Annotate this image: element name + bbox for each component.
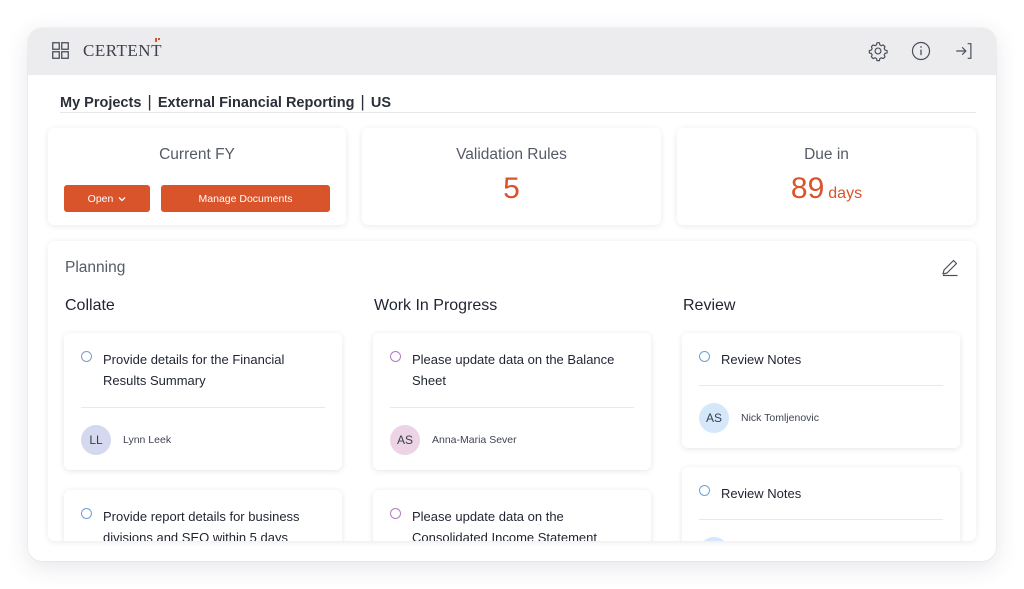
breadcrumb-my-projects[interactable]: My Projects [60, 95, 141, 111]
breadcrumb-divider [60, 112, 976, 113]
breadcrumb-us[interactable]: US [371, 95, 391, 111]
open-button-label: Open [87, 192, 114, 205]
manage-documents-button[interactable]: Manage Documents [161, 185, 330, 212]
due-in-number: 89 [790, 172, 825, 205]
brand-dots [154, 38, 163, 42]
avatar: LL [81, 425, 111, 455]
breadcrumb-separator: | [360, 92, 365, 111]
task-text: Review Notes [721, 352, 802, 367]
open-dropdown-button[interactable]: Open [64, 185, 150, 212]
task-text: Please update data on the Consolidated I… [412, 509, 597, 541]
grid-icon[interactable] [52, 42, 69, 59]
assignee-name: Nick Tomljenovic [741, 412, 819, 424]
avatar: AS [390, 425, 420, 455]
task-status-radio[interactable] [81, 351, 92, 362]
validation-rules-title: Validation Rules [456, 146, 567, 163]
column-title-collate: Collate [65, 297, 115, 314]
due-in-unit: days [828, 185, 863, 202]
task-status-radio[interactable] [81, 508, 92, 519]
task-status-radio[interactable] [390, 508, 401, 519]
assignee-name: Anna-Maria Sever [432, 434, 517, 446]
pencil-icon[interactable] [940, 257, 960, 277]
task-card[interactable]: Please update data on the Consolidated I… [373, 490, 651, 541]
task-text: Provide details for the Financial Result… [103, 352, 285, 388]
brand-logo: CERTENT [83, 38, 163, 61]
top-bar: CERTENT [28, 28, 996, 75]
planning-title: Planning [65, 259, 126, 276]
avatar: AS [699, 403, 729, 433]
info-icon[interactable] [910, 40, 932, 62]
brand-name: CERTENT [83, 41, 162, 60]
task-card[interactable]: Review Notes AS Nick Tomljenovic [682, 333, 960, 448]
breadcrumb-external-financial-reporting[interactable]: External Financial Reporting [158, 95, 355, 111]
column-title-work-in-progress: Work In Progress [374, 297, 498, 314]
validation-rules-count: 5 [503, 172, 520, 205]
task-divider [699, 385, 943, 386]
due-in-card: Due in 89 days [677, 128, 976, 225]
task-card[interactable]: Please update data on the Balance Sheet … [373, 333, 651, 470]
task-divider [81, 407, 325, 408]
task-divider [699, 519, 943, 520]
breadcrumb-separator: | [147, 92, 152, 111]
task-card[interactable]: Provide details for the Financial Result… [64, 333, 342, 470]
task-status-radio[interactable] [699, 485, 710, 496]
assignee-name: Lynn Leek [123, 434, 172, 446]
due-in-value: 89 days [677, 172, 976, 206]
task-text: Review Notes [721, 486, 802, 501]
sign-out-icon[interactable] [953, 40, 975, 62]
gear-icon[interactable] [867, 40, 889, 62]
app-window: CERTENT My Projects | External Financial R… [28, 28, 996, 561]
task-card[interactable]: Review Notes [682, 467, 960, 541]
due-in-title: Due in [804, 146, 849, 163]
avatar [699, 537, 729, 541]
planning-board: Planning Collate Work In Progress Review… [48, 241, 976, 541]
task-text: Please update data on the Balance Sheet [412, 352, 615, 388]
current-fy-title: Current FY [159, 146, 235, 163]
task-card[interactable]: Provide report details for business divi… [64, 490, 342, 541]
task-status-radio[interactable] [699, 351, 710, 362]
task-divider [390, 407, 634, 408]
current-fy-card: Current FY Open Manage Documents [48, 128, 346, 225]
column-title-review: Review [683, 297, 736, 314]
chevron-down-icon [118, 196, 126, 201]
task-status-radio[interactable] [390, 351, 401, 362]
task-text: Provide report details for business divi… [103, 509, 300, 541]
validation-rules-card[interactable]: Validation Rules 5 [362, 128, 661, 225]
manage-documents-label: Manage Documents [198, 192, 293, 205]
breadcrumb: My Projects | External Financial Reporting… [60, 92, 391, 112]
